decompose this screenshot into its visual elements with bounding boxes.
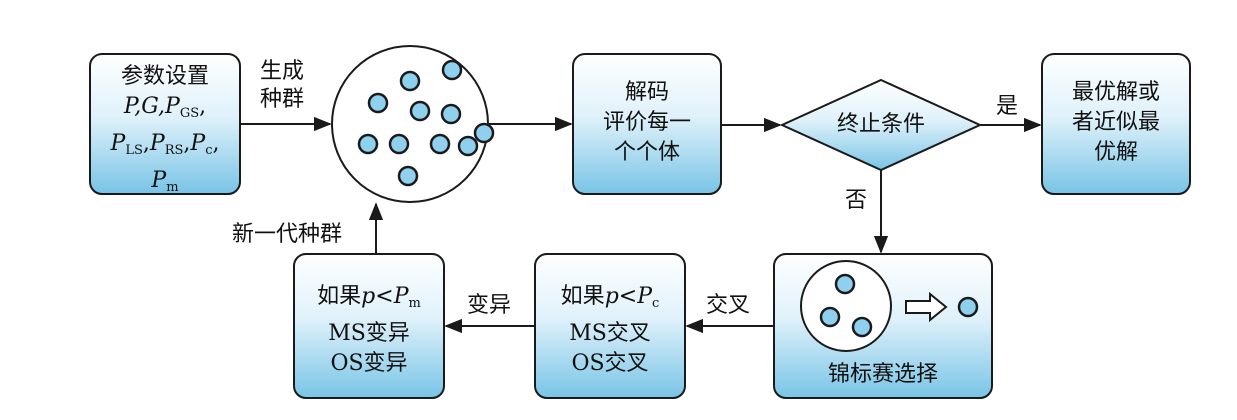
crossover-label: 交叉	[706, 293, 751, 318]
population-dot	[357, 133, 379, 155]
population-dot	[399, 70, 421, 92]
params-line-2: P,G,PGS,	[123, 94, 207, 121]
population-dot	[440, 103, 462, 125]
params-box-text: 参数设置 P,G,PGS, PLS,PRS,Pc, Pm	[90, 62, 240, 203]
params-title: 参数设置	[120, 64, 209, 89]
decode-box-text: 解码 评价每一 个个体	[602, 80, 691, 165]
population-dot	[409, 100, 431, 122]
population-dot	[367, 92, 389, 114]
new-generation-label: 新一代种群	[232, 222, 343, 247]
params-line-3: PLS,PRS,Pc,	[110, 131, 220, 158]
tournament-dot	[819, 306, 841, 328]
tournament-label: 锦标赛选择	[827, 362, 938, 387]
population-dot	[473, 122, 495, 144]
result-box-text: 最优解或 者近似最 优解	[1071, 80, 1160, 165]
terminate-label: 终止条件	[836, 112, 925, 137]
mutation-label: 变异	[467, 293, 512, 318]
population-dot	[441, 59, 463, 81]
tournament-dot	[851, 316, 873, 338]
population-dot	[388, 133, 410, 155]
crossover-condition: 如果p<Pc	[560, 284, 660, 311]
tournament-dot	[834, 273, 856, 295]
no-label: 否	[845, 188, 868, 213]
population-dot	[397, 165, 419, 187]
population-dot	[429, 133, 451, 155]
generate-label: 生成 种群	[260, 59, 305, 112]
winner-dot	[957, 296, 979, 318]
mutation-condition: 如果p<Pm	[317, 284, 421, 311]
mutation-box-text: 如果p<Pm MS变异 OS变异	[294, 282, 444, 379]
crossover-box-text: 如果p<Pc MS交叉 OS交叉	[535, 282, 685, 379]
population-dot	[457, 135, 479, 157]
params-line-4: Pm	[151, 168, 179, 195]
yes-label: 是	[996, 94, 1019, 119]
